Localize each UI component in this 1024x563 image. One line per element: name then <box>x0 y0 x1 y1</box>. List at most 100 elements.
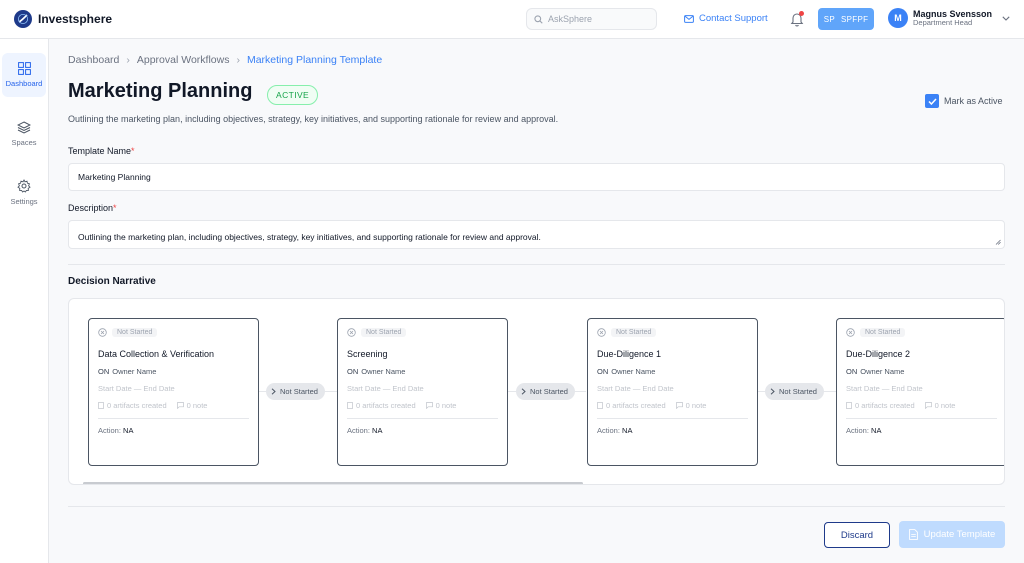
stage-dates: Start Date — End Date <box>846 384 923 393</box>
breadcrumb-dashboard[interactable]: Dashboard <box>68 54 119 66</box>
workspace-chip[interactable]: SP SPFPF <box>818 8 874 30</box>
stage-status-badge: Not Started <box>112 328 158 337</box>
sidebar-item-spaces[interactable]: Spaces <box>2 112 46 156</box>
search-input[interactable] <box>548 14 648 24</box>
stage-name: Screening <box>347 349 388 359</box>
connector-status-pill[interactable]: Not Started <box>765 383 824 400</box>
description-field[interactable]: Outlining the marketing plan, including … <box>68 220 1005 249</box>
stage-owner: ON Owner Name <box>597 367 656 376</box>
document-icon <box>98 402 104 409</box>
contact-support-link[interactable]: Contact Support <box>684 13 768 24</box>
mark-as-active-toggle[interactable]: Mark as Active <box>925 94 1003 108</box>
stage-status-badge: Not Started <box>860 328 906 337</box>
investsphere-logo-icon <box>14 10 32 28</box>
connector-status-pill[interactable]: Not Started <box>516 383 575 400</box>
stage-card[interactable]: Not Started Data Collection & Verificati… <box>88 318 259 466</box>
search-icon <box>534 14 543 24</box>
stage-card[interactable]: Not Started Screening ON Owner Name Start… <box>337 318 508 466</box>
stage-name: Due-Diligence 2 <box>846 349 911 359</box>
stage-owner: ON Owner Name <box>347 367 406 376</box>
stage-card[interactable]: Not Started Due-Diligence 2 ON Owner Name… <box>836 318 1004 466</box>
connector-status-pill[interactable]: Not Started <box>266 383 325 400</box>
sidebar-item-settings[interactable]: Settings <box>2 170 46 214</box>
divider <box>68 506 1005 507</box>
chevron-right-icon <box>271 388 276 395</box>
circle-x-icon <box>98 328 107 337</box>
sidebar: Dashboard Spaces Settings <box>0 39 49 563</box>
document-icon <box>597 402 603 409</box>
sidebar-item-dashboard[interactable]: Dashboard <box>2 53 46 97</box>
workspace-initials: SP <box>823 14 835 24</box>
check-icon <box>927 97 937 105</box>
user-menu[interactable]: M Magnus Svensson Department Head <box>888 8 1010 28</box>
description-textarea[interactable]: Outlining the marketing plan, including … <box>69 232 1004 242</box>
top-bar: Investsphere Contact Support SP SPFPF M … <box>0 0 1024 39</box>
page-title: Marketing Planning <box>68 80 253 102</box>
sidebar-item-label: Spaces <box>11 138 37 147</box>
stage-status-badge: Not Started <box>611 328 657 337</box>
app-name: Investsphere <box>38 12 113 26</box>
stage-divider <box>347 418 498 419</box>
breadcrumb: Dashboard › Approval Workflows › Marketi… <box>68 54 382 66</box>
template-name-input[interactable] <box>69 172 1004 182</box>
notification-dot <box>799 11 804 16</box>
breadcrumb-current: Marketing Planning Template <box>246 54 383 66</box>
stage-divider <box>98 418 249 419</box>
stage-status: Not Started <box>597 328 657 337</box>
status-badge: ACTIVE <box>267 85 319 105</box>
stage-meta: 0 artifacts created 0 note <box>846 401 955 410</box>
chevron-down-icon <box>1002 15 1010 21</box>
stage-divider <box>597 418 748 419</box>
stage-name: Due-Diligence 1 <box>597 349 662 359</box>
discard-button[interactable]: Discard <box>824 522 890 548</box>
grid-icon <box>17 62 31 75</box>
stage-owner: ON Owner Name <box>846 367 905 376</box>
comment-icon <box>924 402 932 409</box>
circle-x-icon <box>597 328 606 337</box>
stage-meta: 0 artifacts created 0 note <box>597 401 706 410</box>
comment-icon <box>176 402 184 409</box>
stage-card[interactable]: Not Started Due-Diligence 1 ON Owner Name… <box>587 318 758 466</box>
update-template-button[interactable]: Update Template <box>899 521 1005 548</box>
sidebar-item-label: Dashboard <box>5 79 43 88</box>
template-name-field[interactable] <box>68 163 1005 191</box>
stage-status: Not Started <box>98 328 158 337</box>
chevron-right-icon: › <box>126 54 130 66</box>
description-label: Description* <box>68 203 117 213</box>
horizontal-scrollbar[interactable] <box>83 482 583 484</box>
template-name-label: Template Name* <box>68 146 135 156</box>
comment-icon <box>425 402 433 409</box>
brand[interactable]: Investsphere <box>14 10 112 28</box>
stage-dates: Start Date — End Date <box>597 384 674 393</box>
stage-status-badge: Not Started <box>361 328 407 337</box>
search-box[interactable] <box>526 8 657 30</box>
update-template-label: Update Template <box>923 529 996 540</box>
notifications-button[interactable] <box>790 11 804 27</box>
workspace-label: SPFPF <box>841 14 869 24</box>
stage-name: Data Collection & Verification <box>98 349 215 359</box>
mail-icon <box>684 14 694 23</box>
stage-meta: 0 artifacts created 0 note <box>347 401 456 410</box>
divider <box>68 264 1005 265</box>
circle-x-icon <box>846 328 855 337</box>
breadcrumb-approval-workflows[interactable]: Approval Workflows <box>137 54 230 66</box>
decision-narrative-title: Decision Narrative <box>68 276 156 287</box>
stage-action: Action: NA <box>98 426 134 435</box>
resize-handle-icon[interactable] <box>995 239 1001 245</box>
document-icon <box>846 402 852 409</box>
mark-as-active-label: Mark as Active <box>944 96 1003 106</box>
circle-x-icon <box>347 328 356 337</box>
decision-narrative-flow: Not Started Not Started Not Started Not … <box>68 298 1005 485</box>
contact-support-label: Contact Support <box>699 13 768 24</box>
chevron-right-icon <box>770 388 775 395</box>
stage-dates: Start Date — End Date <box>98 384 175 393</box>
gear-icon <box>17 178 31 193</box>
document-icon <box>908 529 918 540</box>
chevron-right-icon: › <box>236 54 240 66</box>
document-icon <box>347 402 353 409</box>
page-subtitle: Outlining the marketing plan, including … <box>68 114 559 124</box>
mark-as-active-checkbox[interactable] <box>925 94 939 108</box>
stage-action: Action: NA <box>347 426 383 435</box>
sidebar-item-label: Settings <box>10 196 38 206</box>
stage-action: Action: NA <box>846 426 882 435</box>
